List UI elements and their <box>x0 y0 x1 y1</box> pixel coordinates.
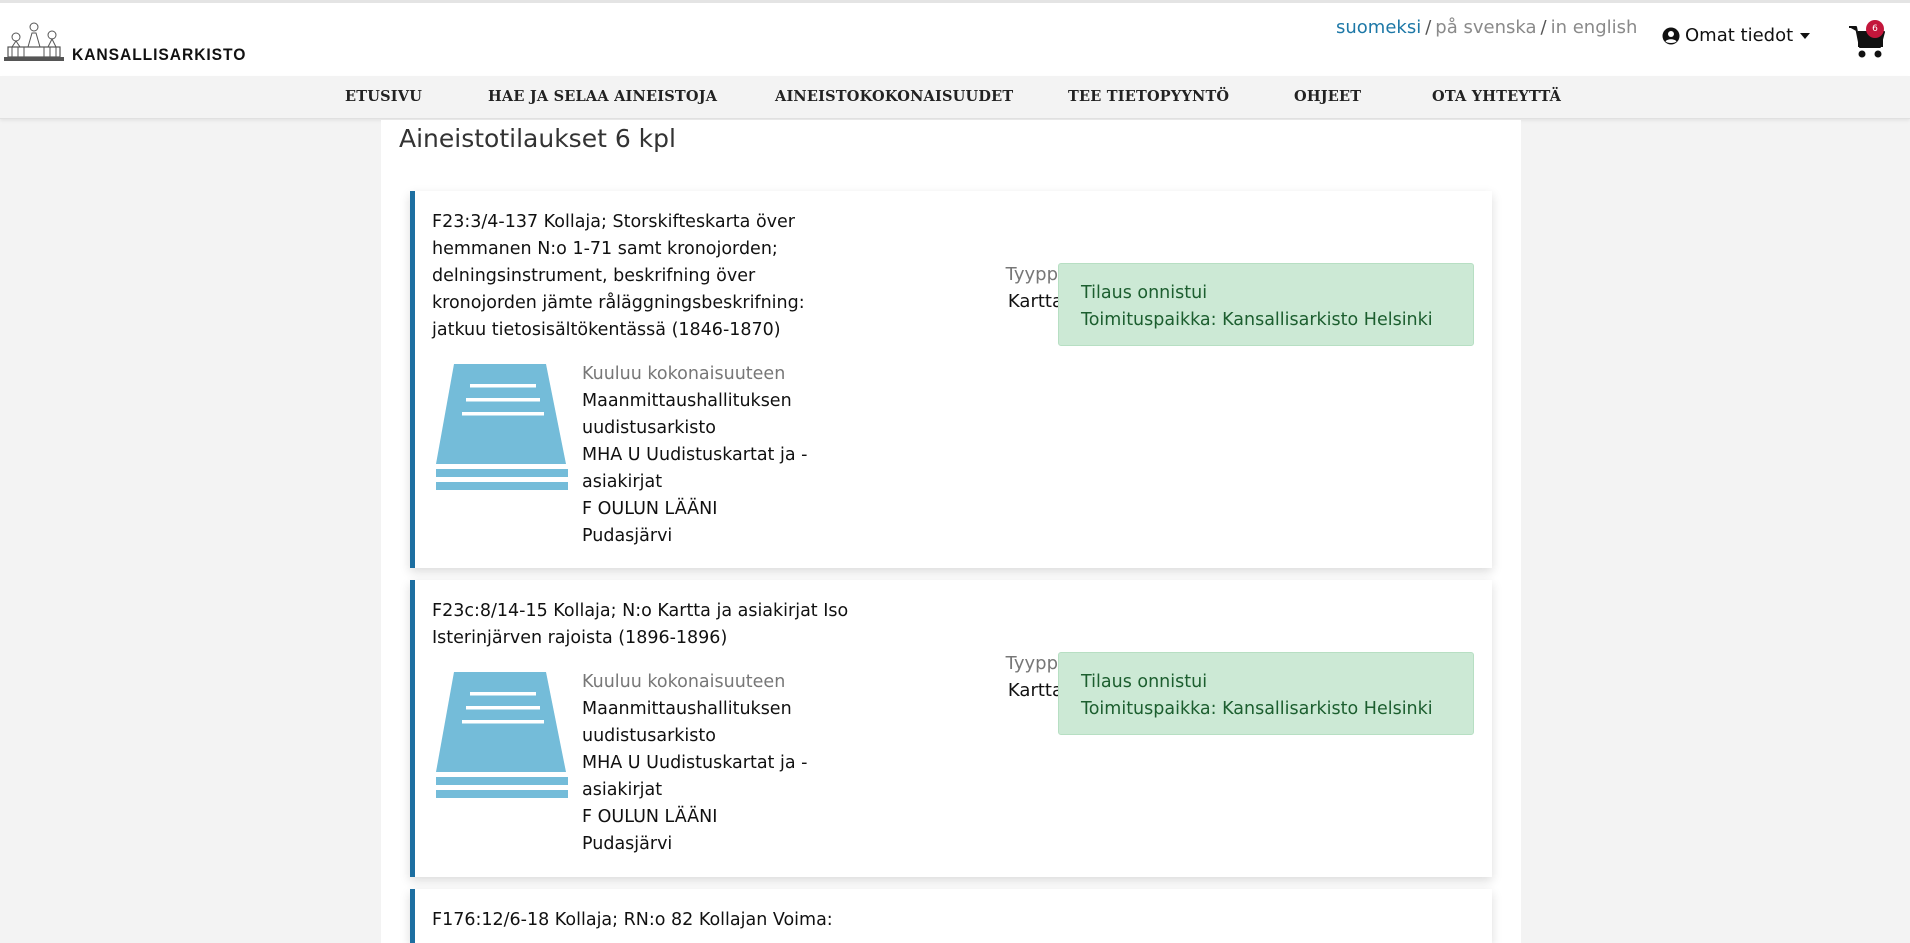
logo-text: KANSALLISARKISTO <box>72 45 247 64</box>
collection-item[interactable]: F OULUN LÄÄNI <box>582 496 822 523</box>
user-circle-icon <box>1662 27 1680 44</box>
order-title[interactable]: F23c:8/14-15 Kollaja; N:o Kartta ja asia… <box>432 598 862 652</box>
order-card: F23:3/4-137 Kollaja; Storskifteskarta öv… <box>410 191 1492 568</box>
logo-emblem-icon <box>4 22 64 61</box>
order-title[interactable]: F23:3/4-137 Kollaja; Storskifteskarta öv… <box>432 209 862 344</box>
type-value: Kartta <box>1007 680 1063 701</box>
lang-sv-link[interactable]: på svenska <box>1435 17 1536 38</box>
collection-item[interactable]: Pudasjärvi <box>582 831 822 858</box>
collection-path: Maanmittaushallituksen uudistusarkisto M… <box>582 696 822 858</box>
lang-en-link[interactable]: in english <box>1551 17 1638 38</box>
order-status-text: Tilaus onnistui <box>1081 283 1208 303</box>
collection-item[interactable]: MHA U Uudistuskartat ja -asiakirjat <box>582 442 822 496</box>
collection-item[interactable]: Pudasjärvi <box>582 523 822 550</box>
nav-item-etusivu[interactable]: ETUSIVU <box>345 88 422 105</box>
collection-item[interactable]: Maanmittaushallituksen uudistusarkisto <box>582 388 822 442</box>
header: KANSALLISARKISTO suomeksi / på svenska / in … <box>0 0 1910 76</box>
delivery-location: Toimituspaikka: Kansallisarkisto Helsink… <box>1081 699 1433 719</box>
collection-item[interactable]: Maanmittaushallituksen uudistusarkisto <box>582 696 822 750</box>
collection-label: Kuuluu kokonaisuuteen <box>582 672 786 692</box>
nav-item-ota-yhteytta[interactable]: OTA YHTEYTTÄ <box>1432 88 1561 105</box>
type-value: Kartta <box>1007 291 1063 312</box>
logo[interactable]: KANSALLISARKISTO <box>2 17 261 65</box>
collection-label: Kuuluu kokonaisuuteen <box>582 364 786 384</box>
collection-path: Maanmittaushallituksen uudistusarkisto M… <box>582 388 822 550</box>
lang-separator: / <box>1540 17 1547 38</box>
type-label: Tyyppi <box>1005 653 1063 674</box>
archive-document-icon <box>436 672 568 798</box>
order-status-alert: Tilaus onnistui Toimituspaikka: Kansalli… <box>1058 263 1474 346</box>
order-title[interactable]: F176:12/6-18 Kollaja; RN:o 82 Kollajan V… <box>432 907 862 934</box>
nav-item-hae-ja-selaa[interactable]: HAE JA SELAA AINEISTOJA <box>488 88 717 105</box>
nav-item-tee-tietopyynto[interactable]: TEE TIETOPYYNTÖ <box>1068 88 1229 105</box>
order-status-alert: Tilaus onnistui Toimituspaikka: Kansalli… <box>1058 652 1474 735</box>
collection-item[interactable]: F OULUN LÄÄNI <box>582 804 822 831</box>
cart-count-badge: 6 <box>1866 20 1884 38</box>
main-nav: ETUSIVU HAE JA SELAA AINEISTOJA AINEISTO… <box>0 76 1910 119</box>
order-status-text: Tilaus onnistui <box>1081 672 1208 692</box>
user-menu-button[interactable]: Omat tiedot <box>1662 25 1811 46</box>
collection-item[interactable]: MHA U Uudistuskartat ja -asiakirjat <box>582 750 822 804</box>
type-label: Tyyppi <box>1005 264 1063 285</box>
user-menu-label: Omat tiedot <box>1685 25 1794 46</box>
page-title: Aineistotilaukset 6 kpl <box>399 124 676 153</box>
archive-document-icon <box>436 364 568 490</box>
nav-item-aineistokokonaisuudet[interactable]: AINEISTOKOKONAISUUDET <box>775 88 1013 105</box>
order-card: F23c:8/14-15 Kollaja; N:o Kartta ja asia… <box>410 580 1492 877</box>
language-switcher: suomeksi / på svenska / in english <box>1336 17 1637 38</box>
order-card: F176:12/6-18 Kollaja; RN:o 82 Kollajan V… <box>410 889 1492 943</box>
nav-item-ohjeet[interactable]: OHJEET <box>1294 88 1361 105</box>
lang-fi-link[interactable]: suomeksi <box>1336 17 1421 38</box>
delivery-location: Toimituspaikka: Kansallisarkisto Helsink… <box>1081 310 1433 330</box>
lang-separator: / <box>1425 17 1432 38</box>
chevron-down-icon <box>1800 32 1811 39</box>
